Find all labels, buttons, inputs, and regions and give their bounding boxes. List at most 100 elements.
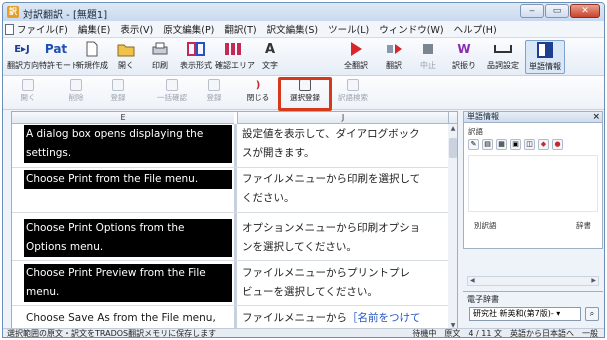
open-sub-button[interactable]: 開く [13,78,43,112]
scroll-right-icon[interactable]: ▶ [591,277,596,285]
original-term-label: 訳語 [468,127,483,136]
pos-settings-button[interactable]: 品詞設定 [483,40,523,74]
column-header-e[interactable]: E [12,112,234,124]
status-message: 選択範囲の原文・訳文をTRADOS翻訳メモリに保存します [7,329,217,338]
pane-scrollbar[interactable]: ◀ ▶ [467,276,599,286]
minimize-button[interactable]: ‒ [520,4,544,18]
delete-small-icon [70,79,82,91]
direction-icon: E▸J [14,43,30,55]
other-term-label: 別訳語 [474,221,497,230]
pane-tool-icon[interactable]: ◆ [538,139,549,150]
close-bracket-icon: ) [255,79,261,91]
status-position: 4 / 11 文 [468,329,502,338]
menu-translate[interactable]: 翻訳(T) [220,22,262,36]
menu-file[interactable]: ファイル(F) [13,22,74,36]
status-info: 待機中 原文 4 / 11 文 英語から日本語へ 一般 [412,329,598,338]
row-divider [12,212,448,213]
bulk-confirm-icon [166,79,178,91]
scroll-thumb[interactable] [449,138,457,158]
row-divider [12,167,448,168]
target-cell[interactable]: 設定値を表示して、ダイアログボック [242,125,446,144]
pane-close-icon[interactable]: × [592,112,600,122]
source-cell[interactable]: Choose Print from the File menu. [24,170,232,189]
word-info-button[interactable]: 単語情報 [525,40,565,74]
status-mode: 一般 [582,329,598,338]
target-cell[interactable]: ファイルメニューからプリントプレ [242,264,446,283]
grid-scrollbar[interactable]: ▲ ▼ [448,124,457,329]
menu-edit[interactable]: 編集(E) [74,22,116,36]
direction-button[interactable]: E▸J 翻訳方向 [7,40,39,74]
pane-tool-icon[interactable]: ▣ [510,139,521,150]
pane-tool-icon[interactable]: ▦ [496,139,507,150]
column-header-j[interactable]: J [237,112,448,124]
patent-mode-button[interactable]: Pat 特許モード [39,40,79,74]
window-title: 対訳翻訳 - [無題1] [23,10,108,21]
target-cell[interactable]: ファイルメニューから印刷を選択して [242,170,446,189]
folder-icon [117,44,135,56]
confirm-button[interactable]: 登録 [199,78,229,112]
highlight-box [278,77,332,111]
source-cell[interactable]: Choose Print Preview from the File [24,264,232,283]
source-cell[interactable]: settings. [24,144,232,163]
target-cell[interactable]: スが開きます。 [242,144,446,163]
pane-tool-icon[interactable]: ◫ [524,139,535,150]
close-sub-button[interactable]: ) 閉じる [243,78,273,112]
menu-window[interactable]: ウィンドウ(W) [375,22,449,36]
menu-target-edit[interactable]: 訳文編集(S) [263,22,324,36]
new-button[interactable]: 新規作成 [75,40,109,74]
menu-bar: ファイル(F) 編集(E) 表示(V) 原文編集(P) 翻訳(T) 訳文編集(S… [3,21,604,38]
document-icon [5,24,14,35]
source-cell[interactable]: menu. [24,283,232,302]
layout-icon [187,42,205,56]
source-cell[interactable]: Choose Save As from the File menu, [24,309,232,328]
close-button[interactable]: ✕ [570,4,600,18]
app-window: 訳 対訳翻訳 - [無題1] ‒ ▭ ✕ ファイル(F) 編集(E) 表示(V)… [2,2,605,338]
title-bar: 訳 対訳翻訳 - [無題1] ‒ ▭ ✕ [3,3,604,21]
text-button[interactable]: A 文字 [255,40,285,74]
menu-help[interactable]: ヘルプ(H) [450,22,503,36]
register-small-icon [112,79,124,91]
source-cell[interactable]: Choose Print Options from the [24,219,232,238]
term-list[interactable] [468,155,598,212]
translate-button[interactable]: 翻訳 [379,40,409,74]
stop-button[interactable]: 中止 [413,40,443,74]
register-sub-button[interactable]: 登録 [103,78,133,112]
dictionary-icon: W [457,42,471,56]
delete-sub-button[interactable]: 削除 [59,78,93,112]
bulk-confirm-button[interactable]: 一括確認 [153,78,191,112]
dictionary-label: 辞書 [576,221,591,230]
menu-source-edit[interactable]: 原文編集(P) [159,22,220,36]
open-button[interactable]: 開く [111,40,141,74]
play-icon [351,42,362,56]
new-document-icon [86,41,98,57]
scroll-up-icon[interactable]: ▲ [448,124,457,134]
pane-tool-icon[interactable]: ✎ [468,139,479,150]
maximize-button[interactable]: ▭ [545,4,569,18]
menu-view[interactable]: 表示(V) [116,22,159,36]
target-cell[interactable]: オプションメニューから印刷オプショ [242,219,446,238]
pane-tool-icon[interactable]: ▤ [482,139,493,150]
dictionary-select[interactable]: 研究社 新英和(第7版)- ▾ [469,307,581,321]
menu-tools[interactable]: ツール(L) [324,22,375,36]
target-cell[interactable]: ビューを選択してください。 [242,283,446,302]
translate-all-button[interactable]: 全翻訳 [339,40,373,74]
source-cell[interactable]: A dialog box opens displaying the [24,125,232,144]
print-button[interactable]: 印刷 [145,40,175,74]
text-icon: A [264,41,276,57]
source-cell[interactable]: Options menu. [24,238,232,257]
scroll-left-icon[interactable]: ◀ [470,277,475,285]
target-cell[interactable]: ファイルメニューから［名前をつけて [242,309,446,328]
dictionary-button[interactable]: W 訳振り [449,40,479,74]
display-format-button[interactable]: 表示形式 [179,40,213,74]
target-cell[interactable]: ください。 [242,189,446,208]
pane-body: 訳語 ✎ ▤ ▦ ▣ ◫ ◆ ● 別訳語 辞書 [463,123,603,249]
pane-tool-icon[interactable]: ● [552,139,563,150]
window-controls: ‒ ▭ ✕ [520,4,600,18]
confirm-area-button[interactable]: 確認エリア [215,40,255,74]
dictionary-search-icon[interactable]: ⌕ [585,307,599,321]
term-search-button[interactable]: 訳語検索 [333,78,373,112]
status-state: 待機中 [412,329,437,338]
column-divider[interactable] [234,124,237,329]
target-cell[interactable]: ンを選択してください。 [242,238,446,257]
app-logo-icon: 訳 [7,6,19,18]
